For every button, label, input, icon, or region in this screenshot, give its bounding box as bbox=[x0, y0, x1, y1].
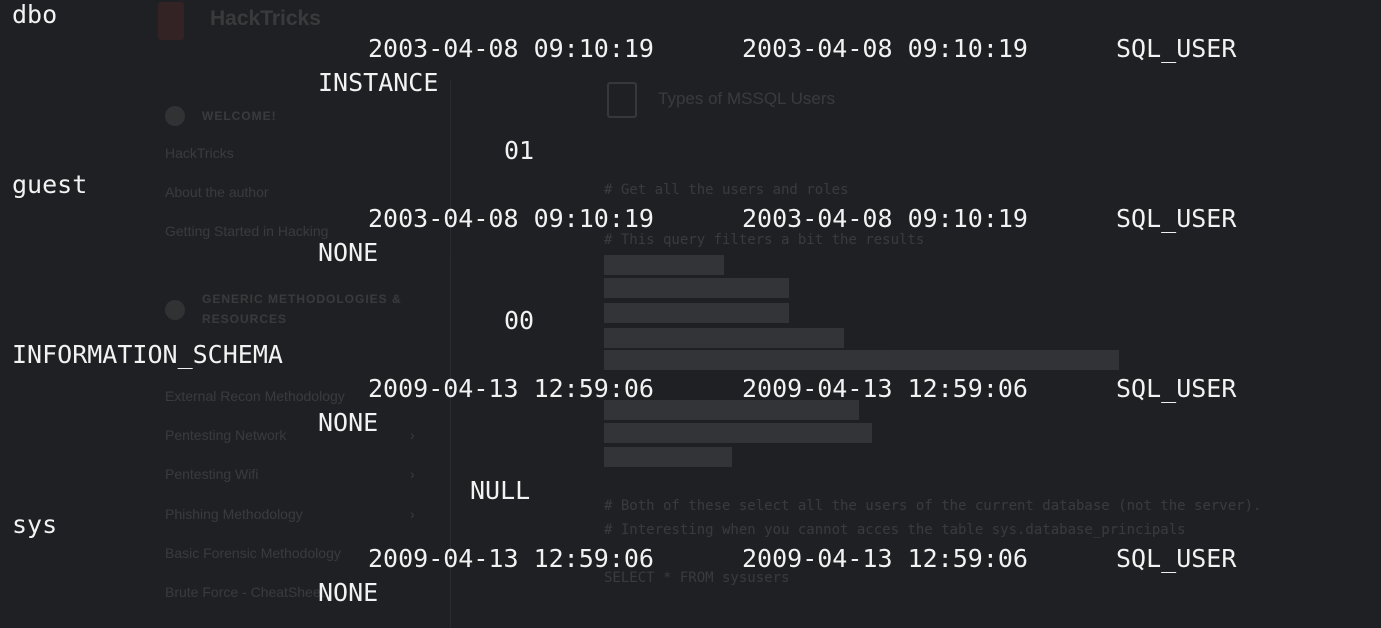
created-date: 2003-04-08 09:10:19 bbox=[368, 204, 654, 233]
user-name: dbo bbox=[12, 0, 58, 29]
modified-date: 2009-04-13 12:59:06 bbox=[742, 544, 1028, 573]
created-date: 2009-04-13 12:59:06 bbox=[368, 374, 654, 403]
authentication-type: NONE bbox=[318, 578, 379, 607]
sid-value: NULL bbox=[470, 476, 531, 505]
user-type: SQL_USER bbox=[1116, 34, 1237, 63]
sid-value: 00 bbox=[504, 306, 535, 335]
created-date: 2009-04-13 12:59:06 bbox=[368, 544, 654, 573]
modified-date: 2009-04-13 12:59:06 bbox=[742, 374, 1028, 403]
terminal-output: dbo 2003-04-08 09:10:19 2003-04-08 09:10… bbox=[0, 0, 1381, 628]
user-name: guest bbox=[12, 170, 88, 199]
modified-date: 2003-04-08 09:10:19 bbox=[742, 204, 1028, 233]
authentication-type: NONE bbox=[318, 408, 379, 437]
authentication-type: INSTANCE bbox=[318, 68, 439, 97]
user-type: SQL_USER bbox=[1116, 374, 1237, 403]
terminal-window: HackTricks WELCOME! HackTricks About the… bbox=[0, 0, 1381, 628]
authentication-type: NONE bbox=[318, 238, 379, 267]
sid-value: 01 bbox=[504, 136, 535, 165]
modified-date: 2003-04-08 09:10:19 bbox=[742, 34, 1028, 63]
user-type: SQL_USER bbox=[1116, 204, 1237, 233]
user-type: SQL_USER bbox=[1116, 544, 1237, 573]
user-name: sys bbox=[12, 510, 58, 539]
created-date: 2003-04-08 09:10:19 bbox=[368, 34, 654, 63]
user-name: INFORMATION_SCHEMA bbox=[12, 340, 283, 369]
